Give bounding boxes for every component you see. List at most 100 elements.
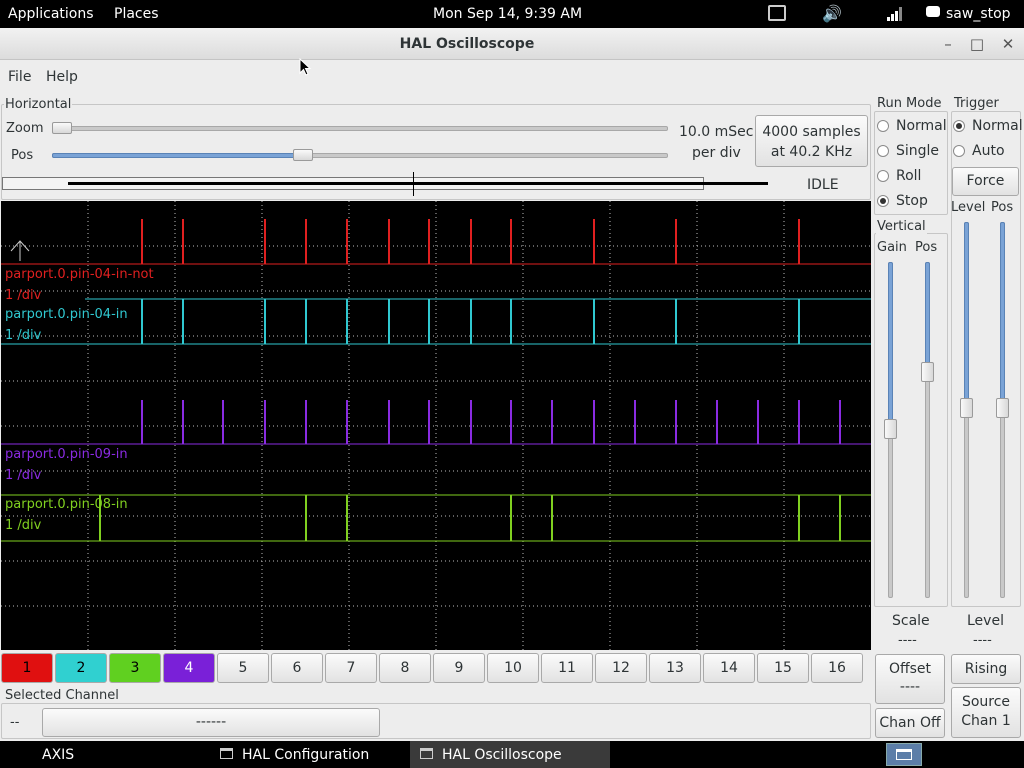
channel-button-9[interactable]: 9: [433, 653, 485, 683]
offset-line1: Offset: [888, 661, 932, 677]
trace-3-name: parport.0.pin-09-in: [5, 447, 128, 462]
channel-button-1[interactable]: 1: [1, 653, 53, 683]
taskbar-hal-oscilloscope-label: HAL Oscilloscope: [442, 747, 562, 763]
samples-line2: at 40.2 KHz: [770, 144, 853, 160]
trigger-legend: Trigger: [953, 96, 1000, 111]
rate-line1: 10.0 mSec: [679, 124, 754, 140]
trigger-level-handle[interactable]: [960, 398, 973, 418]
close-button[interactable]: ✕: [994, 32, 1022, 58]
channel-button-16[interactable]: 16: [811, 653, 863, 683]
source-line1: Source: [961, 694, 1011, 710]
signal-icon[interactable]: [887, 7, 903, 21]
trace-1-name: parport.0.pin-04-in-not: [5, 267, 154, 282]
trigger-arrow: [10, 240, 30, 261]
window-icon: [220, 748, 233, 759]
vertical-pos-handle[interactable]: [921, 362, 934, 382]
trigger-pos-fill: [1000, 222, 1005, 410]
chat-icon[interactable]: [926, 6, 940, 17]
channel-button-10[interactable]: 10: [487, 653, 539, 683]
applications-menu[interactable]: Applications: [8, 6, 94, 22]
gain-label: Gain: [877, 240, 907, 255]
clock[interactable]: Mon Sep 14, 9:39 AM: [433, 6, 582, 22]
offset-line2: ----: [899, 679, 921, 695]
channel-button-12[interactable]: 12: [595, 653, 647, 683]
run-mode-radio-normal[interactable]: [877, 120, 889, 132]
menu-bar: File Help: [0, 64, 1024, 90]
trigger-pos-label: Pos: [991, 200, 1014, 215]
samples-line1: 4000 samples: [762, 124, 861, 140]
file-menu[interactable]: File: [8, 69, 31, 85]
selected-channel-legend: Selected Channel: [4, 688, 120, 703]
places-menu[interactable]: Places: [114, 6, 159, 22]
status-label: IDLE: [807, 177, 839, 193]
minimize-button[interactable]: –: [934, 32, 962, 58]
scope-display[interactable]: parport.0.pin-04-in-not 1 /div parport.0…: [1, 201, 871, 650]
taskbar-hal-oscilloscope[interactable]: HAL Oscilloscope: [410, 741, 610, 768]
trigger-mode-label-normal: Normal: [972, 118, 1023, 134]
trigger-mode-radio-normal[interactable]: [953, 120, 965, 132]
taskbar: AXIS HAL Configuration HAL Oscilloscope: [0, 741, 1024, 768]
channel-button-13[interactable]: 13: [649, 653, 701, 683]
record-window-bar: [68, 182, 768, 185]
trigger-level-heading: Level: [967, 613, 1004, 629]
channel-button-4[interactable]: 4: [163, 653, 215, 683]
edge-button[interactable]: Rising: [951, 654, 1021, 684]
trace-1-scale: 1 /div: [5, 288, 42, 303]
workspace-switcher[interactable]: [886, 743, 922, 766]
window-title: HAL Oscilloscope: [399, 36, 535, 52]
force-button[interactable]: Force: [952, 167, 1019, 196]
run-mode-legend: Run Mode: [876, 96, 943, 111]
channel-button-3[interactable]: 3: [109, 653, 161, 683]
channel-button-2[interactable]: 2: [55, 653, 107, 683]
window-titlebar[interactable]: HAL Oscilloscope – □ ✕: [0, 28, 1024, 60]
top-panel: Applications Places Mon Sep 14, 9:39 AM …: [0, 0, 1024, 28]
rate-line2: per div: [692, 145, 741, 161]
vertical-legend: Vertical: [876, 219, 927, 234]
pos-label: Pos: [11, 148, 34, 163]
channel-button-11[interactable]: 11: [541, 653, 593, 683]
vertical-pos-label: Pos: [915, 240, 938, 255]
trigger-mode-radio-auto[interactable]: [953, 145, 965, 157]
window-icon: [420, 748, 433, 759]
chan-off-button[interactable]: Chan Off: [875, 708, 945, 738]
channel-button-5[interactable]: 5: [217, 653, 269, 683]
run-mode-radio-roll[interactable]: [877, 170, 889, 182]
run-mode-label-single: Single: [896, 143, 940, 159]
offset-button[interactable]: Offset ----: [875, 654, 945, 704]
run-mode-label-normal: Normal: [896, 118, 947, 134]
volume-icon[interactable]: 🔊: [822, 4, 842, 23]
run-mode-radio-stop[interactable]: [877, 195, 889, 207]
user-menu[interactable]: saw_stop: [946, 6, 1011, 22]
taskbar-axis[interactable]: AXIS: [42, 747, 74, 763]
trigger-level-fill: [964, 222, 969, 410]
trigger-point-marker: [413, 172, 414, 196]
channel-button-8[interactable]: 8: [379, 653, 431, 683]
maximize-button[interactable]: □: [963, 32, 991, 58]
zoom-label: Zoom: [6, 121, 44, 136]
channel-button-14[interactable]: 14: [703, 653, 755, 683]
channel-button-15[interactable]: 15: [757, 653, 809, 683]
trace-2-name: parport.0.pin-04-in: [5, 307, 128, 322]
help-menu[interactable]: Help: [46, 69, 78, 85]
pos-slider-fill: [52, 153, 304, 158]
trigger-pos-handle[interactable]: [996, 398, 1009, 418]
pos-slider-handle[interactable]: [293, 149, 313, 161]
gain-handle[interactable]: [884, 419, 897, 439]
zoom-slider[interactable]: [52, 126, 668, 131]
source-button[interactable]: Source Chan 1: [951, 687, 1021, 738]
run-mode-label-roll: Roll: [896, 168, 922, 184]
mouse-pointer-icon: [299, 58, 312, 76]
vertical-pos-fill: [925, 262, 930, 372]
run-mode-label-stop: Stop: [896, 193, 928, 209]
run-mode-radio-single[interactable]: [877, 145, 889, 157]
zoom-slider-handle[interactable]: [52, 122, 72, 134]
channel-button-6[interactable]: 6: [271, 653, 323, 683]
channel-button-7[interactable]: 7: [325, 653, 377, 683]
display-icon[interactable]: [768, 5, 786, 21]
samples-button[interactable]: 4000 samples at 40.2 KHz: [755, 115, 868, 167]
trace-4-scale: 1 /div: [5, 518, 42, 533]
trigger-level-label: Level: [951, 200, 986, 215]
selected-channel-name-button[interactable]: ------: [42, 708, 380, 737]
trace-3-scale: 1 /div: [5, 468, 42, 483]
taskbar-hal-configuration[interactable]: HAL Configuration: [210, 741, 410, 768]
